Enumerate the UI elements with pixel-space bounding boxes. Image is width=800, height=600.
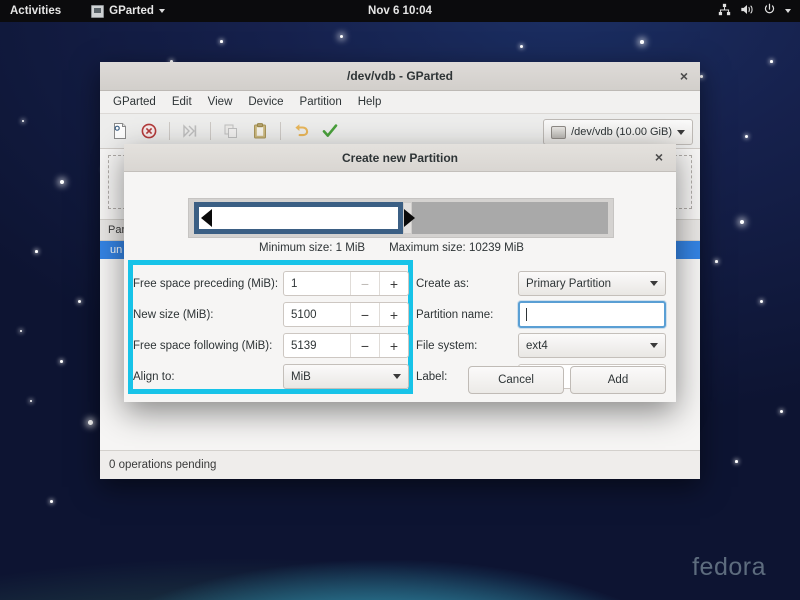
device-selector-label: /dev/vdb (10.00 GiB) <box>571 126 672 138</box>
resize-move-icon <box>176 118 204 144</box>
align-to-label: Align to: <box>133 370 175 383</box>
new-partition-icon[interactable] <box>106 118 134 144</box>
add-button[interactable]: Add <box>570 366 666 394</box>
chevron-down-icon <box>650 343 658 348</box>
free-space-following-stepper[interactable]: 5139 − + <box>283 333 409 358</box>
file-system-row: File system: ext4 <box>416 333 666 358</box>
partition-resize-widget[interactable] <box>188 198 614 238</box>
gparted-app-icon <box>91 4 105 18</box>
chevron-down-icon[interactable] <box>785 9 791 13</box>
new-size-stepper[interactable]: 5100 − + <box>283 302 409 327</box>
free-space-preceding-increment[interactable]: + <box>379 272 408 295</box>
free-space-preceding-row: Free space preceding (MiB): 1 − + <box>133 271 409 296</box>
menu-bar: GParted Edit View Device Partition Help <box>100 91 700 114</box>
create-as-value: Primary Partition <box>526 277 611 290</box>
resize-left-handle-icon[interactable] <box>201 209 212 227</box>
app-menu-button[interactable]: GParted <box>91 4 165 18</box>
close-icon[interactable]: × <box>651 149 667 166</box>
create-as-dropdown[interactable]: Primary Partition <box>518 271 666 296</box>
cancel-button[interactable]: Cancel <box>468 366 564 394</box>
maximum-size-label: Maximum size: 10239 MiB <box>389 242 524 254</box>
chevron-down-icon <box>393 374 401 379</box>
create-as-row: Create as: Primary Partition <box>416 271 666 296</box>
minimum-size-label: Minimum size: 1 MiB <box>259 242 366 254</box>
create-as-label: Create as: <box>416 277 470 290</box>
menu-item-view[interactable]: View <box>201 94 240 110</box>
activities-button[interactable]: Activities <box>10 5 61 17</box>
dialog-title: Create new Partition <box>341 150 459 165</box>
drive-icon <box>551 125 567 139</box>
chevron-down-icon <box>677 129 685 135</box>
resize-right-handle-icon[interactable] <box>404 209 415 227</box>
file-system-label: File system: <box>416 339 478 352</box>
partition-name-input[interactable] <box>518 301 666 328</box>
menu-item-partition[interactable]: Partition <box>293 94 349 110</box>
size-limits: Minimum size: 1 MiB Maximum size: 10239 … <box>188 242 612 254</box>
window-titlebar[interactable]: /dev/vdb - GParted × <box>100 62 700 91</box>
chevron-down-icon <box>650 281 658 286</box>
free-space-preceding-label: Free space preceding (MiB): <box>133 277 279 290</box>
align-to-dropdown[interactable]: MiB <box>283 364 409 389</box>
align-to-row: Align to: MiB <box>133 364 409 389</box>
free-space-following-label: Free space following (MiB): <box>133 339 273 352</box>
toolbar-separator <box>210 122 211 140</box>
power-icon[interactable] <box>763 3 776 19</box>
menu-item-device[interactable]: Device <box>241 94 290 110</box>
partition-name-row: Partition name: <box>416 301 666 328</box>
status-bar: 0 operations pending <box>100 450 700 479</box>
file-system-dropdown[interactable]: ext4 <box>518 333 666 358</box>
new-size-value[interactable]: 5100 <box>284 309 350 321</box>
size-fields-group: Free space preceding (MiB): 1 − + New si… <box>133 271 409 389</box>
close-icon[interactable]: × <box>676 68 692 84</box>
free-space-following-increment[interactable]: + <box>379 334 408 357</box>
create-partition-dialog: Create new Partition × Minimum size: 1 M… <box>124 144 676 402</box>
unallocated-space-block <box>412 202 608 234</box>
copy-icon <box>217 118 245 144</box>
fedora-watermark: fedora <box>692 553 766 581</box>
toolbar-separator <box>280 122 281 140</box>
free-space-following-value[interactable]: 5139 <box>284 340 350 352</box>
dialog-content: Minimum size: 1 MiB Maximum size: 10239 … <box>124 172 676 402</box>
file-system-value: ext4 <box>526 339 548 352</box>
new-size-decrement[interactable]: − <box>350 303 379 326</box>
align-to-value: MiB <box>291 370 311 383</box>
partition-name-label: Partition name: <box>416 308 494 321</box>
free-space-following-decrement[interactable]: − <box>350 334 379 357</box>
paste-icon[interactable] <box>246 118 274 144</box>
app-menu-label: GParted <box>109 5 154 17</box>
new-size-increment[interactable]: + <box>379 303 408 326</box>
delete-partition-icon[interactable] <box>135 118 163 144</box>
new-size-label: New size (MiB): <box>133 308 214 321</box>
window-title: /dev/vdb - GParted <box>346 69 454 83</box>
dialog-titlebar[interactable]: Create new Partition × <box>124 144 676 172</box>
device-selector[interactable]: /dev/vdb (10.00 GiB) <box>543 119 693 145</box>
free-space-preceding-decrement: − <box>350 272 379 295</box>
free-space-preceding-value[interactable]: 1 <box>284 278 350 290</box>
free-space-preceding-stepper[interactable]: 1 − + <box>283 271 409 296</box>
apply-icon[interactable] <box>316 118 344 144</box>
status-text: 0 operations pending <box>109 459 217 471</box>
partition-row-label: un <box>110 244 123 256</box>
chevron-down-icon <box>158 9 165 13</box>
gnome-top-bar: Activities GParted Nov 6 10:04 <box>0 0 800 22</box>
dialog-buttons: Cancel Add <box>468 366 666 394</box>
menu-item-help[interactable]: Help <box>351 94 389 110</box>
menu-item-edit[interactable]: Edit <box>165 94 199 110</box>
new-partition-block[interactable] <box>194 202 415 234</box>
volume-icon[interactable] <box>740 3 754 19</box>
undo-icon[interactable] <box>287 118 315 144</box>
text-cursor <box>526 308 527 321</box>
menu-item-gparted[interactable]: GParted <box>106 94 163 110</box>
network-icon[interactable] <box>718 3 731 19</box>
toolbar-separator <box>169 122 170 140</box>
free-space-following-row: Free space following (MiB): 5139 − + <box>133 333 409 358</box>
new-size-row: New size (MiB): 5100 − + <box>133 302 409 327</box>
